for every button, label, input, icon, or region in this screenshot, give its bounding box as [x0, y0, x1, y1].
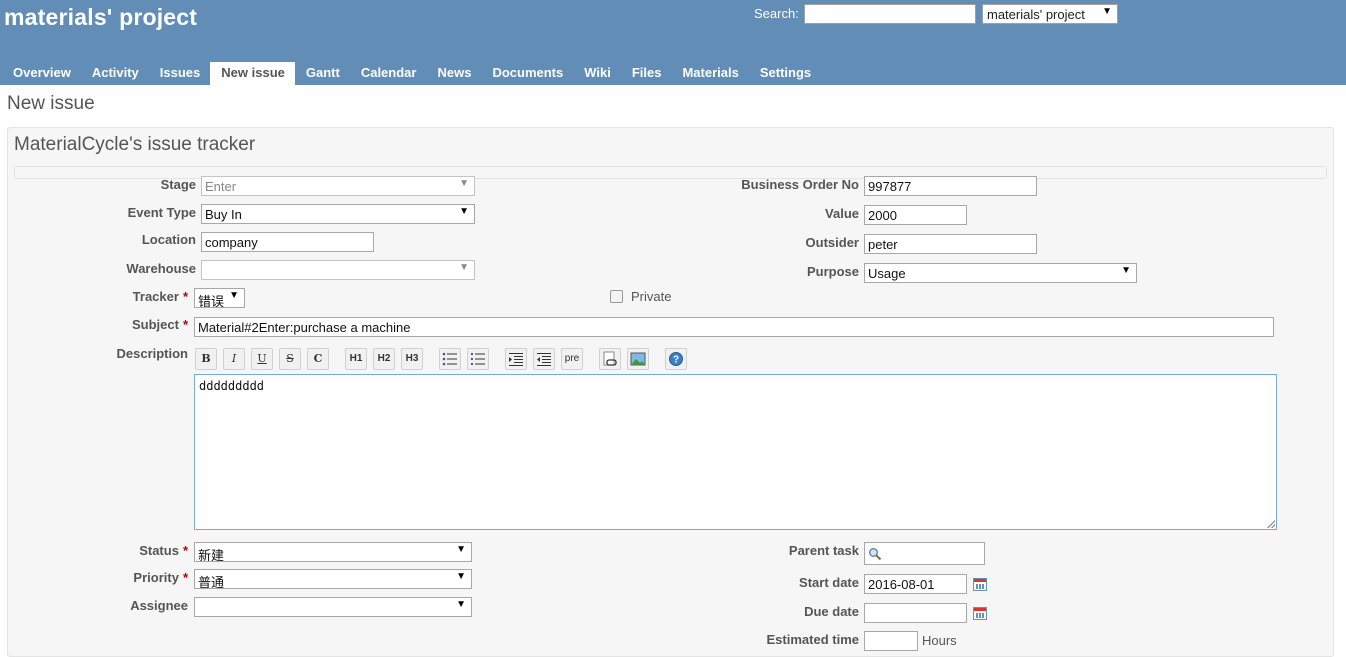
strikethrough-icon[interactable]: S — [279, 348, 301, 370]
heading2-icon[interactable]: H2 — [373, 348, 395, 370]
purpose-label: Purpose — [806, 264, 859, 279]
due-date-input[interactable] — [864, 603, 967, 623]
tab-files[interactable]: Files — [621, 62, 672, 85]
event-type-label: Event Type — [127, 205, 196, 220]
search-input[interactable] — [804, 4, 976, 24]
subject-input[interactable]: Material#2Enter:purchase a machine — [194, 317, 1274, 337]
location-input[interactable]: company — [201, 232, 374, 252]
tab-gantt[interactable]: Gantt — [295, 62, 350, 85]
calendar-icon[interactable] — [973, 578, 987, 591]
assignee-label: Assignee — [130, 598, 188, 613]
project-jump-select[interactable]: materials' project ▼ — [982, 4, 1118, 24]
bold-icon[interactable]: B — [195, 348, 217, 370]
outsider-input[interactable]: peter — [864, 234, 1037, 254]
tab-activity[interactable]: Activity — [81, 62, 149, 85]
calendar-icon[interactable] — [973, 607, 987, 620]
chevron-down-icon: ▼ — [459, 178, 469, 189]
link-icon[interactable] — [599, 348, 621, 370]
status-label: Status * — [139, 543, 188, 558]
purpose-select[interactable]: Usage ▼ — [864, 263, 1137, 283]
start-date-input[interactable]: 2016-08-01 — [864, 574, 967, 594]
private-label: Private — [631, 289, 672, 304]
help-icon[interactable]: ? — [665, 348, 687, 370]
priority-label: Priority * — [133, 570, 188, 585]
page-title: New issue — [7, 93, 95, 114]
stage-label: Stage — [160, 177, 196, 192]
tab-wiki[interactable]: Wiki — [573, 62, 621, 85]
numbered-list-icon[interactable] — [467, 348, 489, 370]
inline-code-icon[interactable]: C — [307, 348, 329, 370]
business-order-input[interactable]: 997877 — [864, 176, 1037, 196]
header: materials' project Search: materials' pr… — [0, 0, 1346, 85]
event-type-select[interactable]: Buy In ▼ — [201, 204, 475, 224]
tab-overview[interactable]: Overview — [2, 62, 81, 85]
priority-select[interactable]: 普通 ▼ — [194, 569, 472, 589]
tab-documents[interactable]: Documents — [481, 62, 573, 85]
resize-handle[interactable] — [1267, 520, 1275, 528]
value-label: Value — [825, 206, 859, 221]
warehouse-select[interactable]: ▼ — [201, 260, 475, 280]
underline-icon[interactable]: U — [251, 348, 273, 370]
chevron-down-icon: ▼ — [459, 262, 469, 273]
parent-task-input[interactable] — [864, 542, 985, 565]
heading3-icon[interactable]: H3 — [401, 348, 423, 370]
assignee-select[interactable]: ▼ — [194, 597, 472, 617]
italic-icon[interactable]: I — [223, 348, 245, 370]
chevron-down-icon: ▼ — [1102, 6, 1112, 17]
indent-icon[interactable] — [505, 348, 527, 370]
tracker-label: Tracker * — [132, 289, 188, 304]
tracker-select[interactable]: 错误 ▼ — [194, 288, 245, 308]
preformatted-icon[interactable]: pre — [561, 348, 583, 370]
tracker-title: MaterialCycle's issue tracker — [14, 134, 256, 155]
warehouse-label: Warehouse — [126, 261, 196, 276]
status-select[interactable]: 新建 ▼ — [194, 542, 472, 562]
magnifier-icon — [869, 548, 882, 561]
business-order-label: Business Order No — [741, 177, 859, 192]
private-checkbox[interactable] — [610, 290, 623, 303]
tab-materials[interactable]: Materials — [671, 62, 748, 85]
project-title[interactable]: materials' project — [4, 4, 197, 31]
tab-news[interactable]: News — [426, 62, 481, 85]
tab-settings[interactable]: Settings — [749, 62, 821, 85]
image-icon[interactable] — [627, 348, 649, 370]
project-jump-value: materials' project — [987, 7, 1085, 22]
tab-issues[interactable]: Issues — [149, 62, 210, 85]
svg-text:?: ? — [673, 355, 679, 366]
estimated-time-label: Estimated time — [766, 632, 859, 647]
hours-unit: Hours — [922, 633, 957, 648]
due-date-label: Due date — [804, 604, 859, 619]
value-input[interactable]: 2000 — [864, 205, 967, 225]
parent-task-label: Parent task — [788, 543, 859, 558]
bullet-list-icon[interactable] — [439, 348, 461, 370]
estimated-time-input[interactable] — [864, 631, 918, 651]
search-label: Search: — [754, 6, 799, 21]
outdent-icon[interactable] — [533, 348, 555, 370]
description-label: Description — [116, 346, 188, 361]
heading1-icon[interactable]: H1 — [345, 348, 367, 370]
tab-calendar[interactable]: Calendar — [350, 62, 427, 85]
chevron-down-icon: ▼ — [456, 571, 466, 582]
description-textarea[interactable]: ddddddddd — [194, 374, 1277, 530]
start-date-label: Start date — [799, 575, 859, 590]
chevron-down-icon: ▼ — [456, 599, 466, 610]
tab-new-issue[interactable]: New issue — [210, 62, 295, 85]
location-label: Location — [141, 232, 196, 247]
main-menu: Overview Activity Issues New issue Gantt Cale… — [2, 62, 821, 85]
subject-label: Subject * — [131, 317, 188, 332]
chevron-down-icon: ▼ — [1121, 265, 1131, 276]
chevron-down-icon: ▼ — [456, 544, 466, 555]
stage-select[interactable]: Enter ▼ — [201, 176, 475, 196]
chevron-down-icon: ▼ — [229, 290, 239, 301]
chevron-down-icon: ▼ — [459, 206, 469, 217]
outsider-label: Outsider — [805, 235, 859, 250]
